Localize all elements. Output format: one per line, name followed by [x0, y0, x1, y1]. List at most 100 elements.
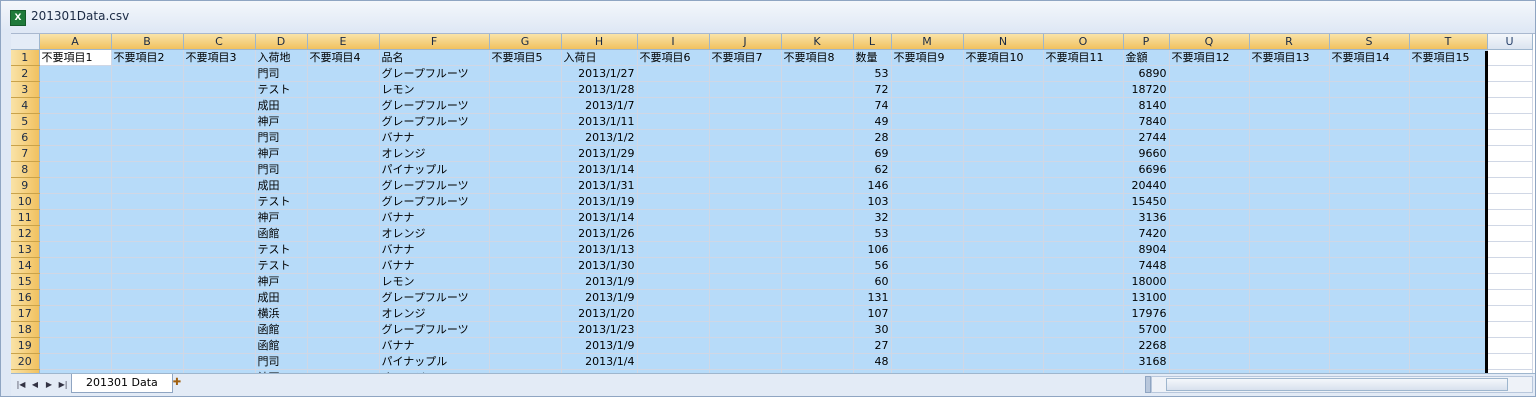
cell-g4[interactable]: [489, 97, 562, 114]
cell-t13[interactable]: [1409, 241, 1488, 258]
row-header[interactable]: 6: [11, 129, 40, 146]
cell-k3[interactable]: [781, 81, 854, 98]
cell-b5[interactable]: [111, 113, 184, 130]
cell-b18[interactable]: [111, 321, 184, 338]
cell-r16[interactable]: [1249, 289, 1330, 306]
cell-l10[interactable]: 103: [853, 193, 892, 210]
cell-a16[interactable]: [39, 289, 112, 306]
cell-table[interactable]: ABCDEFGHIJKLMNOPQRSTU 1 不要項目1 不要項目2 不要項目3 入荷…: [11, 34, 1533, 374]
cell-p4[interactable]: 8140: [1123, 97, 1170, 114]
cell-g18[interactable]: [489, 321, 562, 338]
cell-o12[interactable]: [1043, 225, 1124, 242]
cell-o18[interactable]: [1043, 321, 1124, 338]
cell-a6[interactable]: [39, 129, 112, 146]
cell-c14[interactable]: [183, 257, 256, 274]
cell-m3[interactable]: [891, 81, 964, 98]
cell-a17[interactable]: [39, 305, 112, 322]
cell-e11[interactable]: [307, 209, 380, 226]
cell-d20[interactable]: 門司: [255, 353, 308, 370]
cell-t16[interactable]: [1409, 289, 1488, 306]
cell-t12[interactable]: [1409, 225, 1488, 242]
cell-s11[interactable]: [1329, 209, 1410, 226]
cell-h10[interactable]: 2013/1/19: [561, 193, 638, 210]
cell-j9[interactable]: [709, 177, 782, 194]
row-header[interactable]: 20: [11, 353, 40, 370]
cell-o9[interactable]: [1043, 177, 1124, 194]
cell-u1[interactable]: [1487, 49, 1533, 66]
cell-i20[interactable]: [637, 353, 710, 370]
row-header[interactable]: 1: [11, 49, 40, 66]
cell-k9[interactable]: [781, 177, 854, 194]
cell-k2[interactable]: [781, 65, 854, 82]
cell-a7[interactable]: [39, 145, 112, 162]
cell-h20[interactable]: 2013/1/4: [561, 353, 638, 370]
cell-f18[interactable]: グレープフルーツ: [379, 321, 490, 338]
cell-g16[interactable]: [489, 289, 562, 306]
column-header-b[interactable]: B: [111, 34, 184, 50]
column-header-q[interactable]: Q: [1169, 34, 1250, 50]
sheet-tab-201301-data[interactable]: 201301 Data: [71, 374, 173, 393]
cell-i18[interactable]: [637, 321, 710, 338]
cell-a11[interactable]: [39, 209, 112, 226]
cell-m9[interactable]: [891, 177, 964, 194]
cell-n12[interactable]: [963, 225, 1044, 242]
cell-s9[interactable]: [1329, 177, 1410, 194]
cell-j19[interactable]: [709, 337, 782, 354]
cell-s14[interactable]: [1329, 257, 1410, 274]
cell-e20[interactable]: [307, 353, 380, 370]
cell-s19[interactable]: [1329, 337, 1410, 354]
cell-j14[interactable]: [709, 257, 782, 274]
cell-j2[interactable]: [709, 65, 782, 82]
cell-f4[interactable]: グレープフルーツ: [379, 97, 490, 114]
cell-o10[interactable]: [1043, 193, 1124, 210]
next-sheet-button[interactable]: ▶: [43, 378, 55, 391]
cell-r2[interactable]: [1249, 65, 1330, 82]
cell-i1[interactable]: 不要項目6: [637, 49, 710, 66]
cell-g11[interactable]: [489, 209, 562, 226]
cell-i7[interactable]: [637, 145, 710, 162]
cell-d19[interactable]: 函館: [255, 337, 308, 354]
cell-n3[interactable]: [963, 81, 1044, 98]
cell-o4[interactable]: [1043, 97, 1124, 114]
cell-e7[interactable]: [307, 145, 380, 162]
cell-s18[interactable]: [1329, 321, 1410, 338]
cell-m10[interactable]: [891, 193, 964, 210]
row-header[interactable]: 10: [11, 193, 40, 210]
cell-r17[interactable]: [1249, 305, 1330, 322]
cell-p20[interactable]: 3168: [1123, 353, 1170, 370]
cell-q11[interactable]: [1169, 209, 1250, 226]
cell-l1[interactable]: 数量: [853, 49, 892, 66]
cell-k5[interactable]: [781, 113, 854, 130]
cell-o6[interactable]: [1043, 129, 1124, 146]
cell-q18[interactable]: [1169, 321, 1250, 338]
cell-g15[interactable]: [489, 273, 562, 290]
cell-c16[interactable]: [183, 289, 256, 306]
cell-d13[interactable]: テスト: [255, 241, 308, 258]
cell-u6[interactable]: [1487, 129, 1533, 146]
cell-p6[interactable]: 2744: [1123, 129, 1170, 146]
cell-k15[interactable]: [781, 273, 854, 290]
cell-j1[interactable]: 不要項目7: [709, 49, 782, 66]
cell-f6[interactable]: バナナ: [379, 129, 490, 146]
column-header-c[interactable]: C: [183, 34, 256, 50]
cell-u9[interactable]: [1487, 177, 1533, 194]
cell-j8[interactable]: [709, 161, 782, 178]
cell-c6[interactable]: [183, 129, 256, 146]
cell-f2[interactable]: グレープフルーツ: [379, 65, 490, 82]
cell-m14[interactable]: [891, 257, 964, 274]
cell-u18[interactable]: [1487, 321, 1533, 338]
cell-o8[interactable]: [1043, 161, 1124, 178]
cell-r15[interactable]: [1249, 273, 1330, 290]
cell-u3[interactable]: [1487, 81, 1533, 98]
cell-u12[interactable]: [1487, 225, 1533, 242]
cell-o17[interactable]: [1043, 305, 1124, 322]
cell-e17[interactable]: [307, 305, 380, 322]
cell-p16[interactable]: 13100: [1123, 289, 1170, 306]
column-header-s[interactable]: S: [1329, 34, 1410, 50]
cell-a1[interactable]: 不要項目1: [39, 49, 112, 66]
cell-q5[interactable]: [1169, 113, 1250, 130]
cell-n9[interactable]: [963, 177, 1044, 194]
cell-r13[interactable]: [1249, 241, 1330, 258]
prev-sheet-button[interactable]: ◀: [29, 378, 41, 391]
cell-f13[interactable]: バナナ: [379, 241, 490, 258]
